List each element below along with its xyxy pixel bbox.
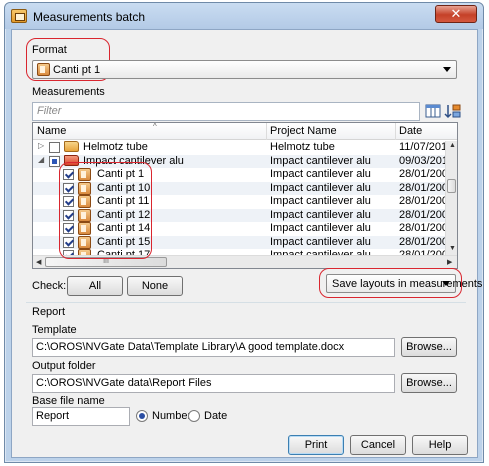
output-browse-button[interactable]: Browse... — [401, 373, 457, 393]
close-icon: ✕ — [450, 6, 462, 21]
close-button[interactable]: ✕ — [435, 5, 477, 23]
row-project: Helmotz tube — [270, 141, 335, 153]
measurement-file-icon — [37, 63, 50, 76]
measurements-label: Measurements — [32, 86, 105, 98]
sort-icon — [444, 104, 461, 119]
app-icon — [11, 9, 27, 23]
dialog-window: Measurements batch ✕ Format Canti pt 1 M… — [4, 2, 484, 463]
sort-button[interactable] — [444, 102, 462, 120]
column-chooser-button[interactable] — [424, 102, 442, 120]
output-folder-input[interactable]: C:\OROS\NVGate data\Report Files — [32, 374, 395, 393]
dialog-body: Format Canti pt 1 Measurements Filter Na… — [11, 29, 482, 458]
row-checkbox[interactable] — [49, 142, 60, 153]
scroll-up-icon[interactable]: ▲ — [449, 142, 456, 149]
checked-items-highlight — [59, 162, 152, 259]
format-selected-value: Canti pt 1 — [53, 64, 101, 76]
row-project: Impact cantilever alu — [270, 168, 371, 180]
radio-date[interactable] — [188, 410, 200, 422]
columns-icon — [425, 104, 441, 118]
radio-date-label[interactable]: Date — [204, 410, 227, 422]
format-label: Format — [32, 44, 67, 56]
radio-number[interactable] — [136, 410, 148, 422]
format-combobox[interactable]: Canti pt 1 — [32, 60, 457, 79]
scroll-down-icon[interactable]: ▼ — [449, 245, 456, 252]
cancel-button[interactable]: Cancel — [350, 435, 406, 455]
window-title: Measurements batch — [33, 10, 146, 24]
scroll-left-icon[interactable]: ◀ — [36, 258, 41, 266]
check-none-button[interactable]: None — [127, 276, 183, 296]
vertical-scrollbar[interactable]: ▲ ▼ — [445, 141, 457, 255]
tree-row[interactable]: ▷ Helmotz tube Helmotz tube 11/07/2012 — [33, 141, 453, 154]
vertical-scroll-thumb[interactable] — [447, 179, 456, 193]
column-name[interactable]: Name — [37, 125, 66, 137]
save-layouts-dropdown[interactable]: Save layouts in measurements — [326, 274, 482, 293]
print-button[interactable]: Print — [288, 435, 344, 455]
title-bar[interactable]: Measurements batch ✕ — [5, 3, 483, 29]
chevron-down-icon — [443, 67, 451, 72]
filter-input[interactable]: Filter — [32, 102, 420, 121]
row-project: Impact cantilever alu — [270, 154, 371, 167]
help-button[interactable]: Help — [412, 435, 468, 455]
check-all-button[interactable]: All — [67, 276, 123, 296]
template-browse-button[interactable]: Browse... — [401, 337, 457, 357]
column-date[interactable]: Date — [399, 125, 422, 137]
column-separator — [395, 123, 396, 140]
scroll-right-icon[interactable]: ▶ — [447, 258, 452, 266]
chevron-down-icon — [442, 281, 450, 286]
template-label: Template — [32, 324, 77, 336]
template-path-input[interactable]: C:\OROS\NVGate Data\Template Library\A g… — [32, 338, 395, 357]
save-layouts-value: Save layouts in measurements — [332, 278, 483, 290]
row-project: Impact cantilever alu — [270, 208, 371, 221]
collapse-icon[interactable]: ◢ — [38, 155, 44, 164]
row-project: Impact cantilever alu — [270, 181, 371, 194]
row-project: Impact cantilever alu — [270, 195, 371, 207]
row-project: Impact cantilever alu — [270, 222, 371, 234]
radio-number-label[interactable]: Number — [152, 410, 191, 422]
base-file-name-input[interactable]: Report — [32, 407, 130, 426]
base-file-name-label: Base file name — [32, 395, 105, 407]
row-name: Helmotz tube — [83, 141, 148, 153]
expand-icon[interactable]: ▷ — [38, 141, 44, 150]
row-checkbox[interactable] — [49, 155, 60, 167]
report-divider — [26, 302, 466, 303]
row-project: Impact cantilever alu — [270, 235, 371, 248]
output-folder-label: Output folder — [32, 360, 96, 372]
tree-header: Name ^ Project Name Date — [33, 122, 457, 140]
column-project[interactable]: Project Name — [270, 125, 337, 137]
check-label: Check: — [32, 280, 67, 292]
column-separator — [266, 123, 267, 140]
sort-up-icon: ^ — [153, 122, 157, 131]
project-folder-icon — [64, 141, 79, 152]
report-label: Report — [32, 306, 66, 318]
